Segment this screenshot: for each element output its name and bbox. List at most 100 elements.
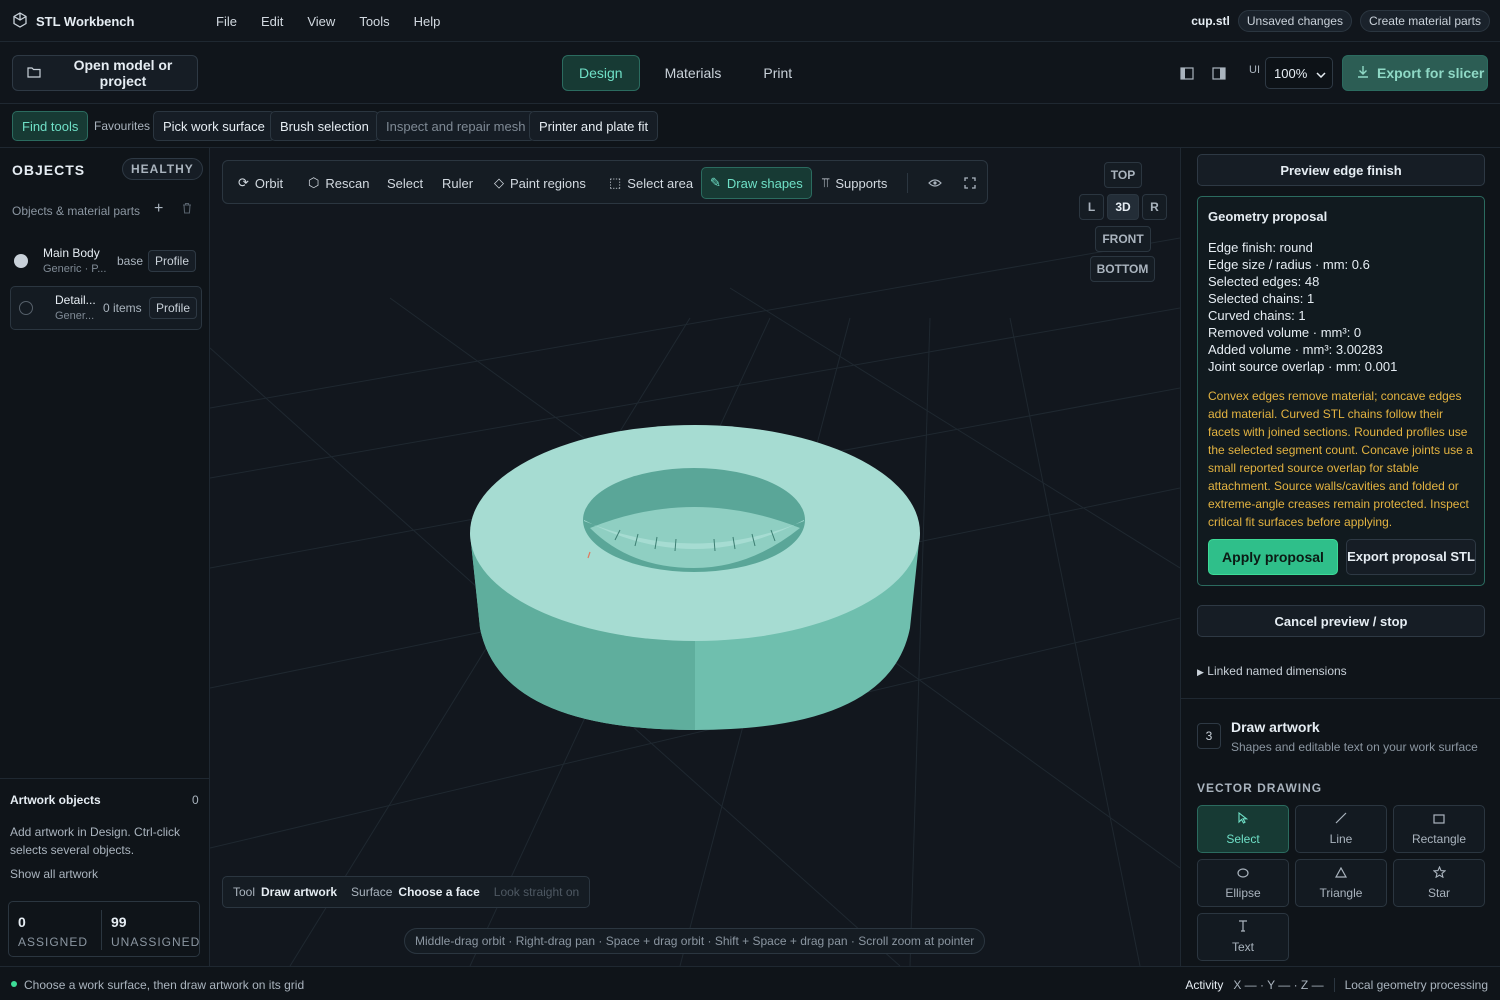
file-name: cup.stl [1191,14,1230,28]
ruler-tool[interactable]: Ruler [433,167,482,199]
cancel-preview-button[interactable]: Cancel preview / stop [1197,605,1485,637]
tab-materials[interactable]: Materials [648,55,739,91]
vector-tool-label: Triangle [1319,885,1363,900]
mode-tabs: Design Materials Print [562,55,809,91]
inspect-repair-mesh-button[interactable]: Inspect and repair mesh [376,111,536,141]
menu-tools[interactable]: Tools [359,14,389,29]
vector-tool-rectangle[interactable]: Rectangle [1393,805,1485,853]
left-panel-toggle-icon[interactable] [1180,67,1194,83]
proposal-stats: Edge finish: round Edge size / radius · … [1208,239,1397,375]
view-front-button[interactable]: FRONT [1095,226,1151,252]
rescan-tool[interactable]: ⬡ Rescan [299,167,378,199]
view-bottom-button[interactable]: BOTTOM [1090,256,1155,282]
linked-dimensions-toggle[interactable]: ▶ Linked named dimensions [1197,664,1347,678]
profile-button[interactable]: Profile [149,297,198,319]
vector-tool-star[interactable]: Star [1393,859,1485,907]
view-right-button[interactable]: R [1142,194,1167,220]
show-all-artwork-link[interactable]: Show all artwork [10,867,98,881]
stat-curved-chains: Curved chains: 1 [1208,308,1306,323]
menu-file[interactable]: File [216,14,237,29]
objects-title: OBJECTS [12,162,86,178]
vector-tool-ellipse[interactable]: Ellipse [1197,859,1289,907]
add-object-icon[interactable]: + [154,200,163,218]
stat-added-volume: Added volume · mm³: 3.00283 [1208,342,1383,357]
export-proposal-stl-button[interactable]: Export proposal STL [1346,539,1476,575]
view-top-button[interactable]: TOP [1104,162,1142,188]
cube-icon: ⬡ [308,175,320,190]
stat-edge-size: Edge size / radius · mm: 0.6 [1208,257,1370,272]
rectangle-icon [1433,813,1445,826]
open-model-button[interactable]: Open model or project [12,55,198,91]
status-message: Choose a work surface, then draw artwork… [24,978,305,992]
activity-button[interactable]: Activity [1185,978,1223,992]
view-left-button[interactable]: L [1079,194,1104,220]
brush-selection-button[interactable]: Brush selection [270,111,379,141]
stat-joint-overlap: Joint source overlap · mm: 0.001 [1208,359,1398,374]
draw-shapes-tool[interactable]: ✎ Draw shapes [701,167,812,199]
eye-icon[interactable] [919,167,951,199]
preview-edge-finish-button[interactable]: Preview edge finish [1197,154,1485,186]
navigation-hint: Middle-drag orbit · Right-drag pan · Spa… [404,928,986,954]
processing-mode: Local geometry processing [1344,978,1488,992]
draw-artwork-section: 3 Draw artwork Shapes and editable text … [1181,698,1500,966]
text-icon [1238,920,1248,934]
tab-print[interactable]: Print [746,55,809,91]
toolbar-divider [907,173,908,193]
vector-tool-select[interactable]: Select [1197,805,1289,853]
pick-work-surface-button[interactable]: Pick work surface [153,111,275,141]
object-row-main-body[interactable]: Main Body Generic · P... base Profile [10,240,202,284]
object-row-detail[interactable]: Detail... Gener... 0 items Profile [10,286,202,330]
vector-tool-text[interactable]: Text [1197,913,1289,961]
orbit-tool[interactable]: ⟳ Orbit [229,167,292,199]
tab-design[interactable]: Design [562,55,640,91]
object-color-dot [14,254,28,268]
vector-tool-triangle[interactable]: Triangle [1295,859,1387,907]
objects-panel: OBJECTS HEALTHY Objects & material parts… [0,148,210,966]
status-bar: Choose a work surface, then draw artwork… [0,966,1500,1000]
select-tool[interactable]: Select [378,167,432,199]
fullscreen-icon[interactable] [955,167,985,199]
export-label: Export for slicer [1377,65,1485,81]
vector-tool-line[interactable]: Line [1295,805,1387,853]
trash-icon[interactable] [182,202,192,217]
assignment-summary: 0 ASSIGNED 99 UNASSIGNED [8,901,200,957]
artwork-help: Add artwork in Design. Ctrl-click select… [10,825,181,857]
select-area-tool[interactable]: ⬚ Select area [600,167,702,199]
stat-selected-chains: Selected chains: 1 [1208,291,1315,306]
export-for-slicer-button[interactable]: Export for slicer [1342,55,1488,91]
menu-help[interactable]: Help [414,14,441,29]
main-toolbar: Open model or project Design Materials P… [0,42,1500,104]
profile-button[interactable]: Profile [148,250,197,272]
vector-tool-label: Select [1226,832,1260,846]
menu-view[interactable]: View [307,14,335,29]
object-material: Gener... [55,310,95,322]
look-straight-on-button[interactable]: Look straight on [494,885,579,899]
star-icon [1432,865,1446,880]
find-tools-button[interactable]: Find tools [12,111,89,141]
vector-tool-label: Text [1231,940,1254,954]
supports-tool[interactable]: ⫪ Supports [813,167,896,199]
orbit-label: Orbit [254,175,284,191]
tool-status-card: Tool Draw artwork Surface Choose a face … [222,876,591,908]
printer-plate-fit-button[interactable]: Printer and plate fit [529,111,659,141]
ui-zoom-select[interactable]: 100% [1265,57,1333,89]
unassigned-label: UNASSIGNED [111,935,201,949]
create-material-parts-chip[interactable]: Create material parts [1359,10,1490,32]
scene-canvas[interactable] [210,148,1180,966]
surface-label: Surface [351,885,393,899]
cup-model[interactable] [470,425,920,730]
divider [101,910,102,950]
apply-proposal-button[interactable]: Apply proposal [1208,539,1338,575]
view-3d-button[interactable]: 3D [1107,194,1139,220]
supports-icon: ⫪ [822,175,830,190]
paint-regions-tool[interactable]: ◇ Paint regions [485,167,595,199]
download-icon [1357,65,1369,81]
properties-panel: Preview edge finish Geometry proposal Ed… [1180,148,1500,966]
unsaved-changes-chip[interactable]: Unsaved changes [1237,10,1352,32]
cursor-icon [1238,811,1249,826]
cube-logo-icon [12,12,28,31]
menu-edit[interactable]: Edit [261,14,283,29]
3d-viewport[interactable]: ⟳ Orbit ⬡ Rescan Select Ruler ◇ Paint regio… [210,148,1180,966]
right-panel-toggle-icon[interactable] [1212,67,1226,83]
favourites-label[interactable]: Favourites [94,119,150,133]
